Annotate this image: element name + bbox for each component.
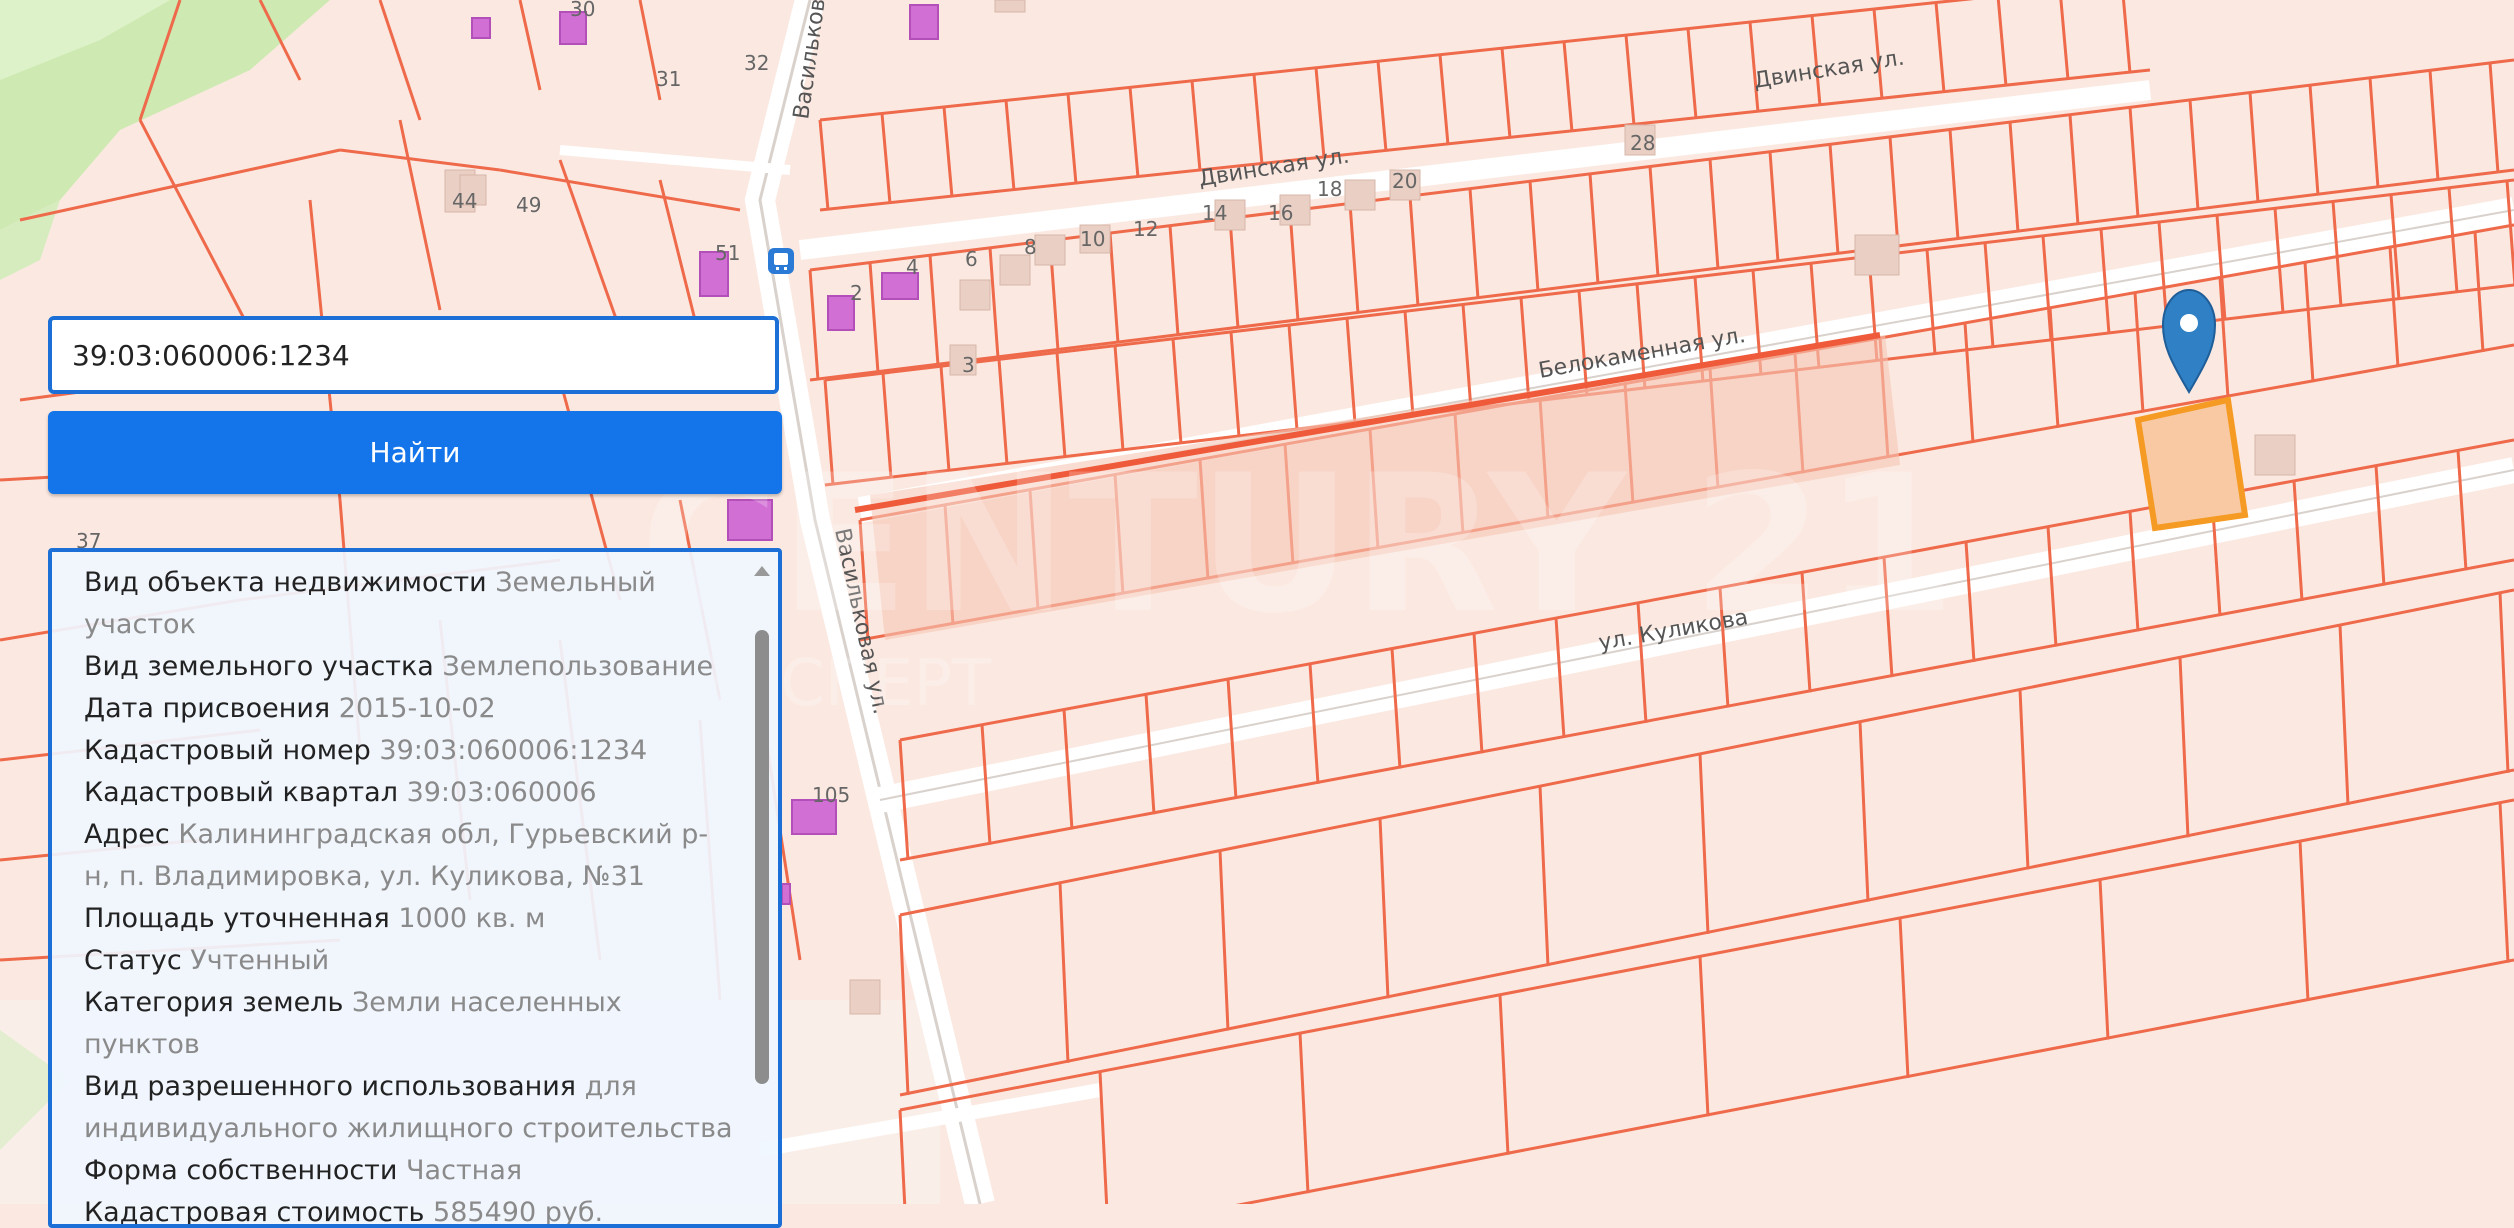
house-number: 16 (1268, 201, 1293, 225)
house-number: 49 (516, 193, 541, 217)
info-key: Кадастровый квартал (84, 777, 398, 808)
house-number: 12 (1133, 217, 1158, 241)
info-key: Вид объекта недвижимости (84, 567, 487, 598)
info-value: Частная (406, 1155, 523, 1186)
info-row-status: Статус Учтенный (84, 940, 734, 982)
selected-parcel[interactable] (2134, 396, 2249, 532)
info-value: 39:03:060006:1234 (379, 735, 648, 766)
house-number: 31 (656, 67, 681, 91)
scroll-up-arrow-icon[interactable] (754, 566, 770, 576)
house-number: 3 (962, 353, 975, 377)
house-number: 4 (906, 255, 919, 279)
info-value: Землепользование (442, 651, 714, 682)
info-value: Учтенный (190, 945, 330, 976)
info-row-address: Адрес Калининградская обл, Гурьевский р-… (84, 814, 734, 898)
info-value: 39:03:060006 (406, 777, 597, 808)
house-number: 14 (1202, 201, 1227, 225)
info-key: Вид разрешенного использования (84, 1071, 577, 1102)
parcel-info-list: Вид объекта недвижимости Земельный участ… (84, 562, 734, 1228)
info-key: Форма собственности (84, 1155, 398, 1186)
cadastral-number-search-input[interactable] (48, 316, 779, 394)
house-number: 8 (1024, 235, 1037, 259)
house-number: 6 (965, 247, 978, 271)
house-number: 44 (452, 189, 477, 213)
info-key: Дата присвоения (84, 693, 331, 724)
info-row-area: Площадь уточненная 1000 кв. м (84, 898, 734, 940)
info-key: Площадь уточненная (84, 903, 390, 934)
scrollbar-thumb[interactable] (755, 630, 769, 1084)
info-value: Калининградская обл, Гурьевский р-н, п. … (84, 819, 709, 892)
info-key: Кадастровый номер (84, 735, 371, 766)
house-number: 2 (850, 281, 863, 305)
house-number: 30 (570, 0, 595, 21)
parcel-info-panel[interactable]: Вид объекта недвижимости Земельный участ… (48, 548, 782, 1228)
info-row-cadastral-value: Кадастровая стоимость 585490 руб. (84, 1192, 734, 1228)
info-value: 585490 руб. (433, 1197, 604, 1228)
watermark-title: CENTURY 21 (640, 434, 1956, 655)
info-key: Кадастровая стоимость (84, 1197, 425, 1228)
info-value: 2015-10-02 (338, 693, 496, 724)
house-number: 10 (1080, 227, 1105, 251)
house-number: 32 (744, 51, 769, 75)
house-number: 105 (812, 783, 850, 807)
info-panel-scrollbar[interactable] (750, 552, 774, 1224)
info-row-land-type: Вид земельного участка Землепользование (84, 646, 734, 688)
info-key: Категория земель (84, 987, 344, 1018)
info-row-land-category: Категория земель Земли населенных пункто… (84, 982, 734, 1066)
info-key: Вид земельного участка (84, 651, 434, 682)
info-row-ownership: Форма собственности Частная (84, 1150, 734, 1192)
house-number: 20 (1392, 169, 1417, 193)
bus-stop-icon[interactable] (768, 248, 794, 274)
info-key: Статус (84, 945, 182, 976)
info-row-assign-date: Дата присвоения 2015-10-02 (84, 688, 734, 730)
info-row-object-type: Вид объекта недвижимости Земельный участ… (84, 562, 734, 646)
info-row-cadastral-number: Кадастровый номер 39:03:060006:1234 (84, 730, 734, 772)
info-row-permitted-use: Вид разрешенного использования для индив… (84, 1066, 734, 1150)
info-key: Адрес (84, 819, 170, 850)
house-number: 51 (715, 241, 740, 265)
house-number: 18 (1317, 177, 1342, 201)
find-button[interactable]: Найти (48, 411, 782, 494)
info-value: 1000 кв. м (398, 903, 546, 934)
info-row-cadastral-quarter: Кадастровый квартал 39:03:060006 (84, 772, 734, 814)
house-number: 28 (1630, 131, 1655, 155)
